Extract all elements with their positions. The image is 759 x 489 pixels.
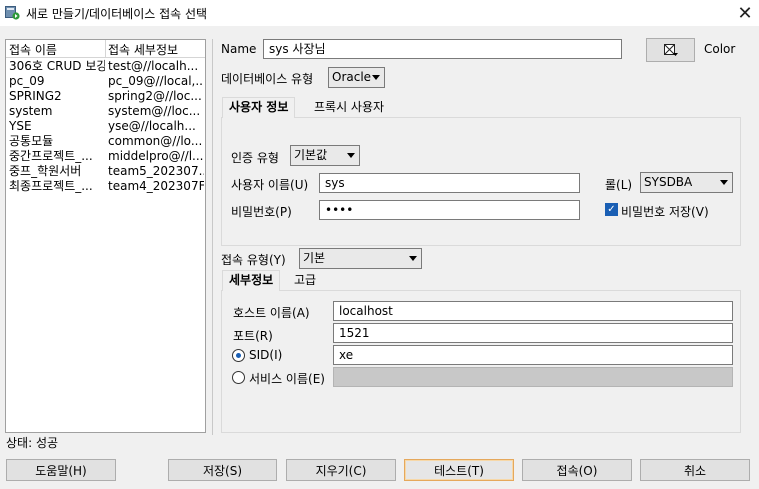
save-password-checkbox[interactable]: ✓ — [605, 203, 618, 216]
chevron-down-icon — [409, 256, 417, 261]
db-type-value: Oracle — [332, 70, 372, 84]
sid-radio[interactable] — [232, 349, 245, 362]
connection-details: system@//loc... — [108, 104, 201, 118]
connection-name: 306호 CRUD 보강 — [9, 59, 105, 73]
name-field[interactable]: sys 사장님 — [263, 39, 622, 59]
connection-details: common@//lo... — [108, 134, 203, 148]
service-name-label: 서비스 이름(E) — [249, 372, 325, 386]
connection-name: 중프_학원서버 — [9, 164, 82, 178]
list-item[interactable]: YSE yse@//localh... — [6, 119, 205, 134]
password-label: 비밀번호(P) — [231, 205, 292, 219]
connection-name: SPRING2 — [9, 89, 62, 103]
connection-name: 최종프로젝트_... — [9, 179, 93, 193]
role-select[interactable]: SYSDBA — [640, 172, 733, 193]
connection-details: middelpro@//l... — [108, 149, 204, 163]
list-item[interactable]: 최종프로젝트_... team4_202307F... — [6, 179, 205, 194]
auth-type-value: 기본값 — [294, 148, 328, 162]
column-header-name[interactable]: 접속 이름 — [9, 41, 57, 58]
help-button[interactable]: 도움말(H) — [6, 459, 116, 481]
connection-details: spring2@//loc... — [108, 89, 202, 103]
clear-button[interactable]: 지우기(C) — [286, 459, 396, 481]
database-connect-icon — [5, 6, 20, 20]
connection-details: test@//localh... — [108, 59, 199, 73]
tab-details[interactable]: 세부정보 — [222, 270, 281, 291]
conn-type-select[interactable]: 기본 — [299, 248, 422, 269]
test-button[interactable]: 테스트(T) — [404, 459, 514, 481]
name-label: Name — [221, 42, 257, 56]
connection-details: pc_09@//local,... — [108, 74, 204, 88]
color-picker-button[interactable] — [646, 38, 695, 62]
connect-button[interactable]: 접속(O) — [522, 459, 632, 481]
column-divider[interactable] — [105, 40, 106, 58]
splitter[interactable] — [212, 39, 213, 435]
connection-details: yse@//localh... — [108, 119, 196, 133]
save-password-label: 비밀번호 저장(V) — [621, 205, 709, 219]
host-field[interactable]: localhost — [333, 301, 733, 321]
tab-proxy-user[interactable]: 프록시 사용자 — [308, 98, 390, 118]
connection-list-header: 접속 이름 접속 세부정보 — [6, 40, 205, 58]
chevron-down-icon — [347, 153, 355, 158]
color-label: Color — [704, 42, 736, 56]
list-item[interactable]: 중프_학원서버 team5_202307... — [6, 164, 205, 179]
close-button[interactable]: ✕ — [731, 0, 759, 26]
username-field[interactable]: sys — [319, 173, 580, 193]
conn-type-value: 기본 — [303, 251, 326, 265]
list-item[interactable]: 306호 CRUD 보강 test@//localh... — [6, 59, 205, 74]
chevron-down-icon — [720, 180, 728, 185]
connection-name: system — [9, 104, 53, 118]
color-swatch-icon — [663, 44, 678, 56]
auth-type-label: 인증 유형 — [231, 151, 279, 165]
list-item[interactable]: 공통모듈 common@//lo... — [6, 134, 205, 149]
role-label: 롤(L) — [605, 178, 633, 192]
save-button[interactable]: 저장(S) — [168, 459, 277, 481]
port-field[interactable]: 1521 — [333, 323, 733, 343]
connection-name: pc_09 — [9, 74, 45, 88]
title-bar: 새로 만들기/데이터베이스 접속 선택 ✕ — [0, 0, 759, 26]
role-value: SYSDBA — [644, 175, 693, 189]
window-title: 새로 만들기/데이터베이스 접속 선택 — [26, 7, 208, 21]
conn-type-label: 접속 유형(Y) — [221, 253, 286, 267]
connection-name: YSE — [9, 119, 32, 133]
connection-name: 중간프로젝트_... — [9, 149, 93, 163]
sid-field[interactable]: xe — [333, 345, 733, 365]
list-item[interactable]: system system@//loc... — [6, 104, 205, 119]
host-label: 호스트 이름(A) — [233, 306, 310, 320]
db-type-select[interactable]: Oracle — [328, 67, 385, 88]
tab-advanced[interactable]: 고급 — [288, 271, 322, 291]
connection-name: 공통모듈 — [9, 134, 54, 148]
connection-list[interactable]: 접속 이름 접속 세부정보 306호 CRUD 보강 test@//localh… — [5, 39, 206, 433]
tab-user-info[interactable]: 사용자 정보 — [222, 97, 296, 118]
chevron-down-icon — [372, 75, 380, 80]
connection-details: team5_202307... — [108, 164, 204, 178]
list-item[interactable]: SPRING2 spring2@//loc... — [6, 89, 205, 104]
cancel-button[interactable]: 취소 — [640, 459, 750, 481]
sid-label: SID(I) — [249, 348, 283, 362]
username-label: 사용자 이름(U) — [231, 178, 309, 192]
service-name-field — [333, 367, 733, 387]
list-item[interactable]: pc_09 pc_09@//local,... — [6, 74, 205, 89]
status-text: 상태: 성공 — [6, 436, 59, 450]
connection-details: team4_202307F... — [108, 179, 204, 193]
port-label: 포트(R) — [233, 329, 273, 343]
password-field[interactable]: •••• — [319, 200, 580, 220]
db-type-label: 데이터베이스 유형 — [221, 72, 314, 86]
auth-type-select[interactable]: 기본값 — [290, 145, 360, 166]
list-item[interactable]: 중간프로젝트_... middelpro@//l... — [6, 149, 205, 164]
service-name-radio[interactable] — [232, 371, 245, 384]
column-header-details[interactable]: 접속 세부정보 — [108, 41, 178, 58]
